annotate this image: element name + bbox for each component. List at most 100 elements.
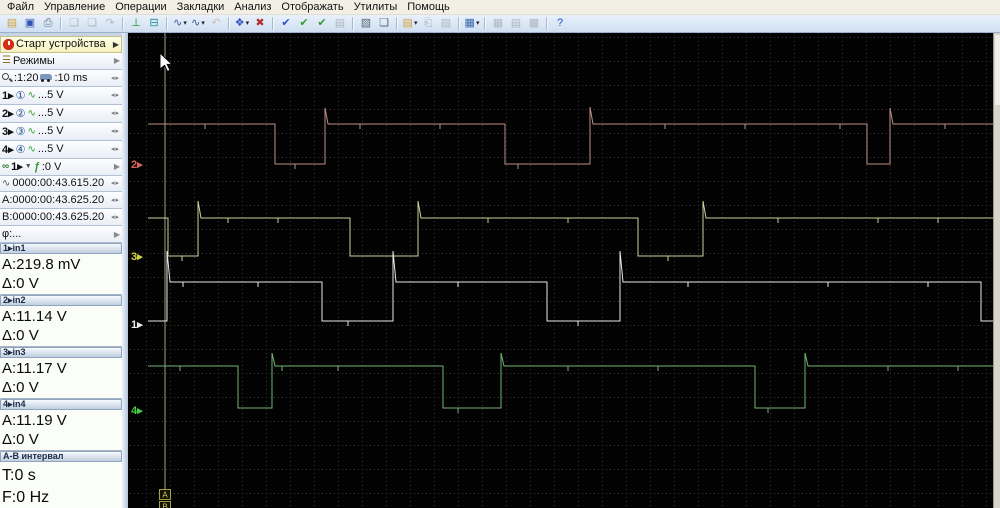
adjust-arrows-icon[interactable]: ◂▸ — [111, 179, 120, 187]
interval-header[interactable]: A-B интервал — [0, 450, 122, 462]
level-ruler-icon[interactable]: ⊥ — [128, 16, 144, 31]
help-icon: ? — [556, 17, 564, 29]
channel-row-in2[interactable]: 2▸ ② ∿ ...5 V ◂▸ — [0, 104, 122, 123]
measure-header-in1[interactable]: 1▸in1 — [0, 242, 122, 254]
phase-row[interactable]: φ:... ▶ — [0, 226, 122, 243]
confirm-icon[interactable]: ✔ — [278, 16, 294, 31]
menu-item-1[interactable]: Файл — [2, 1, 39, 14]
delete-image-icon: ▩ — [528, 17, 540, 29]
doc2-icon: ▤ — [510, 17, 522, 29]
waveform-mode-icon[interactable]: ∿ ▾ — [172, 16, 188, 31]
channel-row-in4[interactable]: 4▸ ④ ∿ ...5 V ◂▸ — [0, 140, 122, 159]
toolbar: ▤ ▣ ⎙ ❏ ❏ ↷ ⊥ ⊟ ∿ ▾ ∿ ▾ ↶ ❖ ▾ ✖ ✔ ✔ ✔ ▤ ▧ ❏ ▤ ▾ ⎗ ▤ ▦ ▾ ▦ ▤ ▩? — [0, 15, 1000, 33]
zero-marker-3[interactable]: 3▸ — [131, 251, 143, 263]
menu-item-8[interactable]: Помощь — [402, 1, 455, 14]
trigger-row[interactable]: ∞ 1▸ ▼ ƒ :0 V ▶ — [0, 158, 122, 176]
probe-number-icon: ② — [15, 107, 26, 120]
cursor-a-row[interactable]: A:0000:00:43.625.20 ◂▸ — [0, 192, 122, 210]
vertical-scrollbar[interactable] — [993, 33, 1000, 508]
menu-item-2[interactable]: Управление — [39, 1, 110, 14]
overlay-paste-icon: ⎗ — [420, 16, 436, 31]
measure-header-in3[interactable]: 3▸in3 — [0, 346, 122, 358]
measure-header-in2[interactable]: 2▸in2 — [0, 294, 122, 306]
print-icon[interactable]: ⎙ — [40, 16, 56, 31]
dropdown-arrow-icon[interactable]: ▾ — [183, 16, 187, 31]
dropdown-arrow-icon[interactable]: ▾ — [201, 16, 205, 31]
cursor-a-tag-label: A — [162, 491, 168, 500]
dropdown-arrow-icon[interactable]: ▾ — [414, 16, 418, 31]
channel-number: 3▸ — [2, 125, 14, 138]
adjust-arrows-icon[interactable]: ◂▸ — [111, 91, 120, 99]
modes-row[interactable]: ☰ Режимы ▶ — [0, 52, 122, 70]
chevron-right-icon: ▶ — [113, 56, 120, 66]
copy-region-icon[interactable]: ❏ — [376, 16, 392, 31]
toolbar-separator — [166, 17, 168, 30]
channel-row-in3[interactable]: 3▸ ③ ∿ ...5 V ◂▸ — [0, 122, 122, 141]
probe-number-icon: ④ — [15, 143, 26, 156]
cart-icon[interactable]: ⊟ — [146, 16, 162, 31]
power-icon — [3, 38, 14, 50]
apply-down2-icon[interactable]: ✔ — [314, 16, 330, 31]
menu-item-3[interactable]: Операции — [110, 1, 171, 14]
probe-number-icon: ③ — [15, 125, 26, 138]
scope-grid — [128, 33, 993, 508]
dropdown-arrow-icon[interactable]: ▾ — [476, 16, 480, 31]
adjust-arrows-icon[interactable]: ◂▸ — [111, 74, 120, 82]
apply-down2-icon: ✔ — [317, 17, 327, 29]
zero-marker-2[interactable]: 2▸ — [131, 159, 143, 171]
chevron-right-icon: ▶ — [113, 162, 120, 172]
detach-icon[interactable]: ✖ — [252, 16, 268, 31]
measure-header-in4[interactable]: 4▸in4 — [0, 398, 122, 410]
adjust-arrows-icon[interactable]: ◂▸ — [111, 145, 120, 153]
zoom-select-icon[interactable]: ❖ ▾ — [234, 16, 250, 31]
copy-screen2-icon: ❏ — [84, 16, 100, 31]
menu-item-6[interactable]: Отображать — [276, 1, 348, 14]
apply-down-icon[interactable]: ✔ — [296, 16, 312, 31]
measure-delta-value: Δ:0 V — [2, 378, 39, 396]
help-icon[interactable]: ? — [552, 16, 568, 31]
record-time-row[interactable]: ∿ 0000:00:43.615.20 ◂▸ — [0, 175, 122, 193]
signal-icon: ∿ — [27, 125, 36, 137]
adjust-arrows-icon[interactable]: ◂▸ — [111, 196, 120, 204]
zero-marker-4[interactable]: 4▸ — [131, 405, 143, 417]
phase-value: φ:... — [2, 228, 22, 241]
select-region-icon: ▧ — [360, 17, 372, 29]
zoom-select-icon: ❖ — [234, 17, 245, 29]
menu-item-5[interactable]: Анализ — [229, 1, 276, 14]
scale-row[interactable]: :1:20 :10 ms ◂▸ — [0, 69, 122, 87]
image-icon: ▦ — [490, 16, 506, 31]
channel-row-in1[interactable]: 1▸ ① ∿ ...5 V ◂▸ — [0, 86, 122, 105]
adjust-arrows-icon[interactable]: ◂▸ — [111, 213, 120, 221]
dropdown-arrow-icon[interactable]: ▾ — [246, 16, 250, 31]
cursor-b-row[interactable]: B:0000:00:43.625.20 ◂▸ — [0, 209, 122, 227]
interval-panel: T:0 s F:0 Hz — [0, 461, 122, 508]
open-file-icon[interactable]: ▤ — [4, 16, 20, 31]
start-device-button[interactable]: Старт устройства ▶ — [0, 36, 122, 53]
menu-item-4[interactable]: Закладки — [172, 1, 230, 14]
channel-number: 1▸ — [2, 89, 14, 102]
overlay-card-icon: ▦ — [464, 17, 475, 29]
adjust-arrows-icon[interactable]: ◂▸ — [111, 127, 120, 135]
adjust-arrows-icon[interactable]: ◂▸ — [111, 109, 120, 117]
overlay-card-icon[interactable]: ▦ ▾ — [464, 16, 480, 31]
trigger-channel: 1▸ — [11, 161, 23, 174]
streaming-icon — [40, 73, 53, 82]
signal-icon: ∿ — [27, 107, 36, 119]
menu-item-7[interactable]: Утилиты — [349, 1, 403, 14]
measure-a-value: A:11.14 V — [2, 307, 67, 325]
save-icon[interactable]: ▣ — [22, 16, 38, 31]
select-region-icon[interactable]: ▧ — [358, 16, 374, 31]
detach-icon: ✖ — [255, 17, 265, 29]
zero-marker-1[interactable]: 1▸ — [131, 319, 143, 331]
open-overlay-icon[interactable]: ▤ ▾ — [402, 16, 418, 31]
oscilloscope-display[interactable]: 2▸ 3▸ 1▸ 4▸ A B — [128, 33, 993, 508]
waveform-mode2-icon[interactable]: ∿ ▾ — [190, 16, 206, 31]
copy-screen2-icon: ❏ — [87, 17, 97, 29]
cursor-b-value: B:0000:00:43.625.20 — [2, 211, 105, 224]
overlay-paste-icon: ⎗ — [423, 17, 433, 29]
sidebar: Старт устройства ▶ ☰ Режимы ▶ :1:20 :10 … — [0, 33, 122, 508]
measure-panel-in3: A:11.17 V Δ:0 V — [0, 357, 122, 399]
report-icon: ▤ — [334, 17, 346, 29]
measure-a-value: A:11.17 V — [2, 359, 67, 377]
channel-rows: 1▸ ① ∿ ...5 V ◂▸ 2▸ ② ∿ ...5 V ◂▸ 3▸ ③ ∿ ...5 V ◂▸ 4▸ ④ ∿… — [0, 86, 122, 159]
